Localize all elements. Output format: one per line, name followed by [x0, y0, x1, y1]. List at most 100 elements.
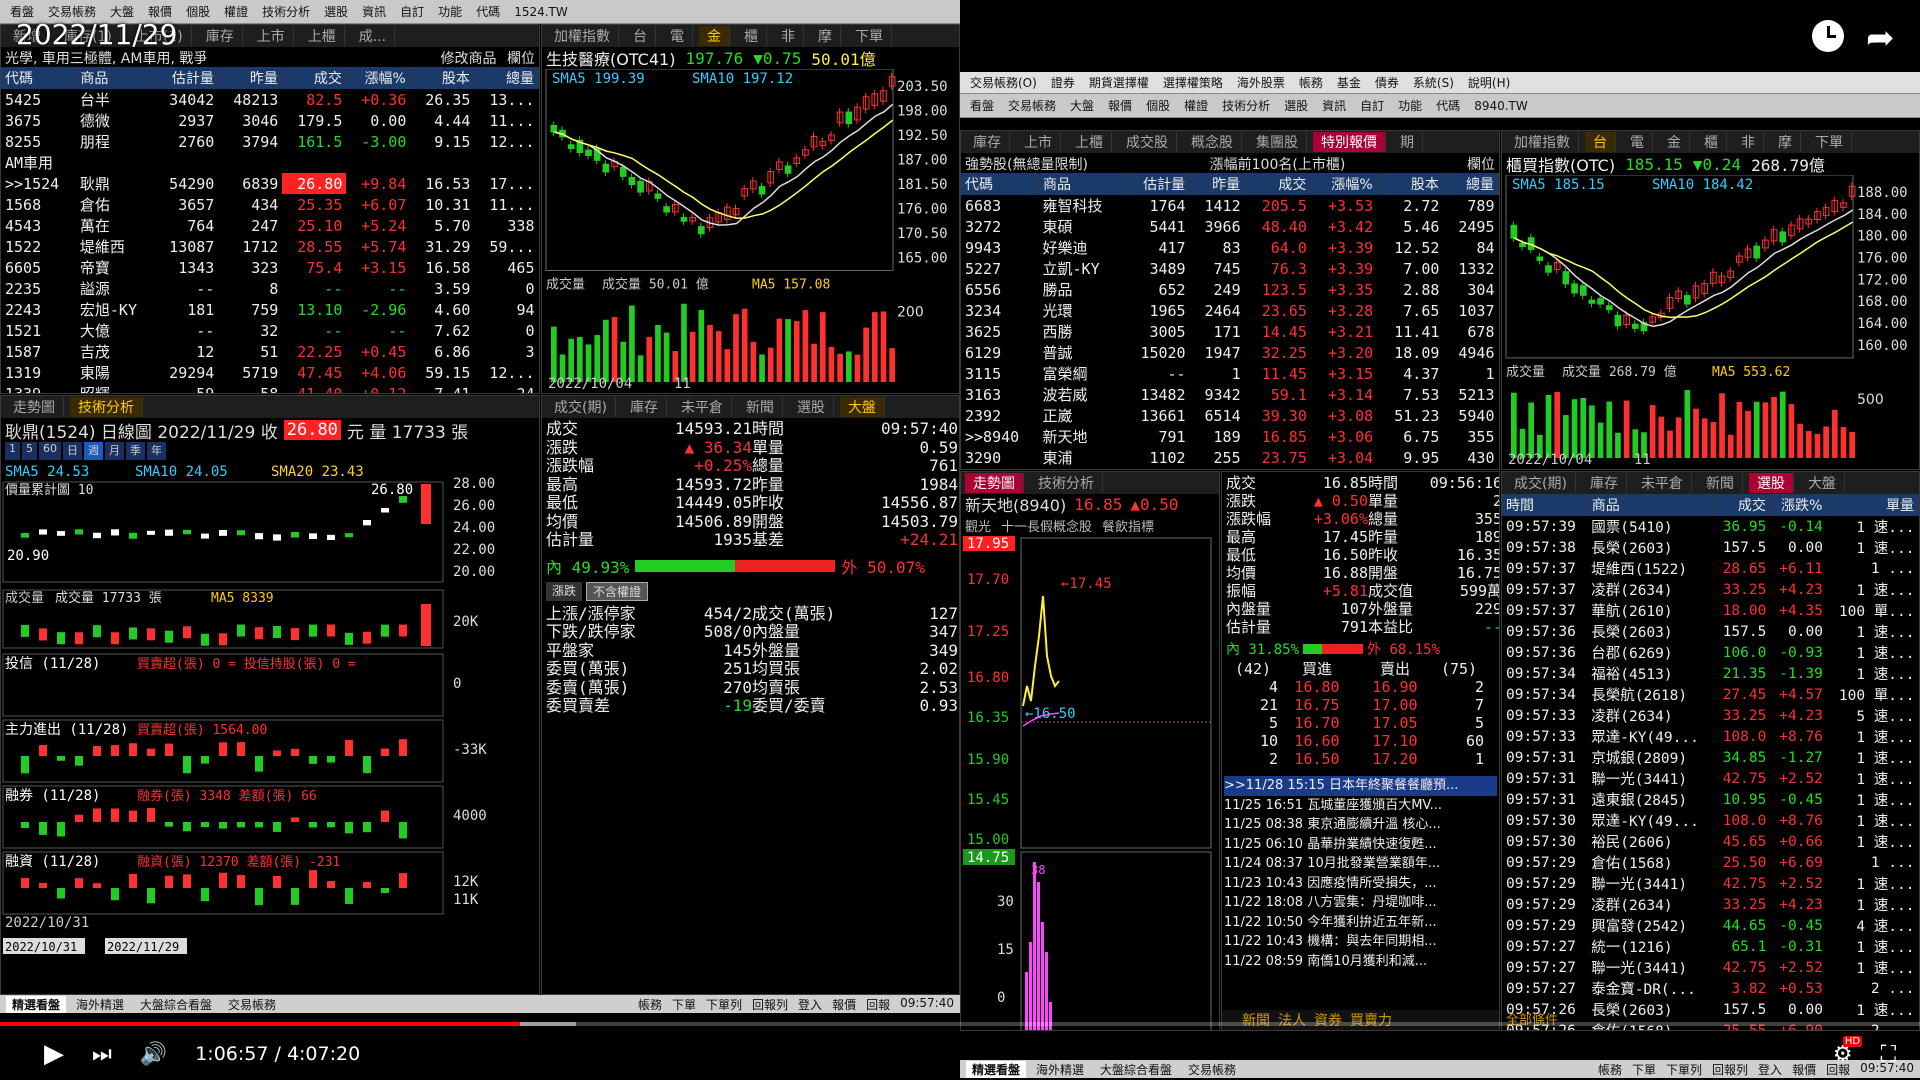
- otc-tab-5[interactable]: 非: [1733, 132, 1764, 152]
- tick-row[interactable]: 09:57:39 國票(5410) 36.95 -0.14 1 速...: [1502, 516, 1919, 537]
- volume-icon[interactable]: 🔊: [140, 1042, 167, 1067]
- right-toolbar-item-8[interactable]: 資訊: [1322, 97, 1346, 114]
- tick-row[interactable]: 09:57:27 泰金寶-DR(... 3.82 +0.53 2 ...: [1502, 978, 1919, 999]
- left-bottom-status-4[interactable]: 登入: [798, 996, 822, 1013]
- share-icon[interactable]: ➦: [1866, 18, 1895, 58]
- right-toolbar-item-6[interactable]: 技術分析: [1222, 97, 1270, 114]
- right-toolbar-item-5[interactable]: 權證: [1184, 97, 1208, 114]
- intraday-tab-0[interactable]: 走勢圖: [965, 473, 1024, 493]
- right-toolbar-item-0[interactable]: 看盤: [970, 97, 994, 114]
- right-menu-item-7[interactable]: 債券: [1375, 74, 1399, 91]
- concept-tag-2[interactable]: 餐飲指標: [1102, 516, 1154, 535]
- period-7[interactable]: 年: [147, 442, 166, 460]
- tick-row[interactable]: 09:57:27 統一(1216) 65.1 -0.31 1 速...: [1502, 936, 1919, 957]
- tick-row[interactable]: 09:57:33 眾達-KY(49... 108.0 +8.76 1 速...: [1502, 726, 1919, 747]
- book-cell[interactable]: 16.80: [1278, 678, 1356, 696]
- news-item[interactable]: 11/25 08:38 東京通膨續升溫 核心...: [1224, 815, 1497, 835]
- tick-tab-4[interactable]: 選股: [1748, 473, 1794, 493]
- book-cell[interactable]: 16.75: [1278, 696, 1356, 714]
- quote-row[interactable]: 1568 倉佑 3657 434 25.35 +6.07 10.31 11...: [1, 194, 539, 215]
- fullscreen-icon[interactable]: ⛶: [1881, 1042, 1896, 1067]
- rank-tab-5[interactable]: 集團股: [1248, 132, 1307, 152]
- tick-row[interactable]: 09:57:29 聯一光(3441) 42.75 +2.52 1 速...: [1502, 873, 1919, 894]
- settings-icon[interactable]: ⚙ HD: [1833, 1035, 1863, 1067]
- period-2[interactable]: 60: [39, 442, 61, 460]
- detail-bottom-tab-3[interactable]: 買賣力: [1350, 1010, 1392, 1030]
- rank-tab-0[interactable]: 庫存: [965, 132, 1010, 152]
- quote-tab-3[interactable]: 庫存: [198, 26, 243, 46]
- rank-col-5[interactable]: 漲幅%: [1310, 173, 1378, 195]
- quote-row[interactable]: 1587 吉茂 12 51 22.25 +0.45 6.86 3: [1, 341, 539, 362]
- left-toolbar-item-5[interactable]: 權證: [224, 3, 248, 20]
- quote-tab-5[interactable]: 上櫃: [300, 26, 345, 46]
- left-bottom-status-7[interactable]: 09:57:40: [900, 996, 954, 1013]
- quote-row[interactable]: 1339 昭輝 59 58 41.40 +0.12 7.41 24: [1, 383, 539, 394]
- right-menu-item-0[interactable]: 交易帳務(O): [970, 74, 1037, 91]
- quote-row[interactable]: 6605 帝寶 1343 323 75.4 +3.15 16.58 465: [1, 257, 539, 278]
- right-menu-item-9[interactable]: 說明(H): [1468, 74, 1510, 91]
- left-toolbar-item-9[interactable]: 自訂: [400, 3, 424, 20]
- market-tab-1[interactable]: 庫存: [622, 397, 667, 417]
- tick-tab-3[interactable]: 新聞: [1698, 473, 1743, 493]
- tick-col-4[interactable]: 單量: [1826, 494, 1919, 516]
- index-tab-3[interactable]: 金: [699, 26, 730, 46]
- index-tab-0[interactable]: 加權指數: [546, 26, 619, 46]
- book-cell[interactable]: 16.90: [1356, 678, 1434, 696]
- book-cell[interactable]: 16.60: [1278, 732, 1356, 750]
- period-5[interactable]: 月: [105, 442, 124, 460]
- left-toolbar-item-11[interactable]: 代碼: [476, 3, 500, 20]
- tick-col-0[interactable]: 時間: [1502, 494, 1588, 516]
- quote-col-5[interactable]: 漲幅%: [346, 67, 411, 89]
- book-cell[interactable]: 17.00: [1356, 696, 1434, 714]
- news-item[interactable]: 11/25 06:10 晶華拚業績快速復甦...: [1224, 835, 1497, 855]
- index-tab-6[interactable]: 摩: [810, 26, 841, 46]
- quote-row[interactable]: 3675 德微 2937 3046 179.5 0.00 4.44 11...: [1, 110, 539, 131]
- otc-tab-4[interactable]: 櫃: [1696, 132, 1727, 152]
- tech-tab-1[interactable]: 技術分析: [70, 397, 143, 417]
- rank-tab-3[interactable]: 成交股: [1118, 132, 1177, 152]
- right-menu-item-1[interactable]: 證券: [1051, 74, 1075, 91]
- right-toolbar-item-1[interactable]: 交易帳務: [1008, 97, 1056, 114]
- rank-title[interactable]: 強勢股(無總量限制): [965, 154, 1088, 173]
- left-bottom-tab-2[interactable]: 大盤綜合看盤: [134, 996, 218, 1013]
- right-menu-item-2[interactable]: 期貨選擇權: [1089, 74, 1149, 91]
- otc-tab-6[interactable]: 摩: [1770, 132, 1801, 152]
- left-bottom-tab-3[interactable]: 交易帳務: [222, 996, 282, 1013]
- right-toolbar-item-2[interactable]: 大盤: [1070, 97, 1094, 114]
- book-cell[interactable]: 5: [1228, 714, 1278, 732]
- index-tab-2[interactable]: 電: [662, 26, 693, 46]
- right-toolbar-item-12[interactable]: 8940.TW: [1474, 99, 1528, 113]
- tick-row[interactable]: 09:57:34 福裕(4513) 21.35 -1.39 1 速...: [1502, 663, 1919, 684]
- tick-row[interactable]: 09:57:31 遠東銀(2845) 10.95 -0.45 1 速...: [1502, 789, 1919, 810]
- period-3[interactable]: 日: [63, 442, 82, 460]
- index-tab-5[interactable]: 非: [773, 26, 804, 46]
- rank-row[interactable]: 3290 東浦 1102 255 23.75 +3.04 9.95 430: [961, 447, 1499, 468]
- market-tab-0[interactable]: 成交(期): [546, 397, 616, 417]
- right-menu-item-8[interactable]: 系統(S): [1413, 74, 1454, 91]
- rank-row[interactable]: 3115 富榮綱 -- 1 11.45 +3.15 4.37 1: [961, 363, 1499, 384]
- tick-row[interactable]: 09:57:37 堤維西(1522) 28.65 +6.11 1 ...: [1502, 558, 1919, 579]
- clock-icon[interactable]: [1812, 20, 1844, 52]
- tech-chart[interactable]: SMA5 24.53 SMA10 24.05 SMA20 23.43 價量累計圖 10…: [1, 462, 539, 992]
- news-item[interactable]: 11/22 18:08 八方雲集：丹堤咖啡...: [1224, 893, 1497, 913]
- news-item[interactable]: >>11/28 15:15 日本年終聚餐餐廳預...: [1224, 776, 1497, 796]
- no-warrant-button[interactable]: 不含權證: [586, 581, 649, 601]
- quote-row[interactable]: 1319 東陽 29294 5719 47.45 +4.06 59.15 12...: [1, 362, 539, 383]
- detail-bottom-tab-0[interactable]: 新聞: [1242, 1010, 1270, 1030]
- rank-tab-7[interactable]: 期: [1392, 132, 1423, 152]
- left-bottom-status-6[interactable]: 回報: [866, 996, 890, 1013]
- news-item[interactable]: 11/24 08:37 10月批發業營業額年...: [1224, 854, 1497, 874]
- period-1[interactable]: 5: [22, 442, 37, 460]
- tick-row[interactable]: 09:57:30 眾達-KY(49... 108.0 +8.76 1 速...: [1502, 810, 1919, 831]
- right-menu-item-4[interactable]: 海外股票: [1237, 74, 1285, 91]
- rank-field-button[interactable]: 欄位: [1467, 154, 1495, 173]
- right-menu-item-6[interactable]: 基金: [1337, 74, 1361, 91]
- tick-row[interactable]: 09:57:29 凌群(2634) 33.25 +4.23 1 速...: [1502, 894, 1919, 915]
- book-cell[interactable]: 21: [1228, 696, 1278, 714]
- book-cell[interactable]: 10: [1228, 732, 1278, 750]
- news-item[interactable]: 11/22 10:43 機構：與去年同期相...: [1224, 932, 1497, 952]
- right-toolbar-item-7[interactable]: 選股: [1284, 97, 1308, 114]
- book-cell[interactable]: 7: [1434, 696, 1484, 714]
- book-cell[interactable]: 2: [1434, 678, 1484, 696]
- quote-row[interactable]: 1521 大億 -- 32 -- -- 7.62 0: [1, 320, 539, 341]
